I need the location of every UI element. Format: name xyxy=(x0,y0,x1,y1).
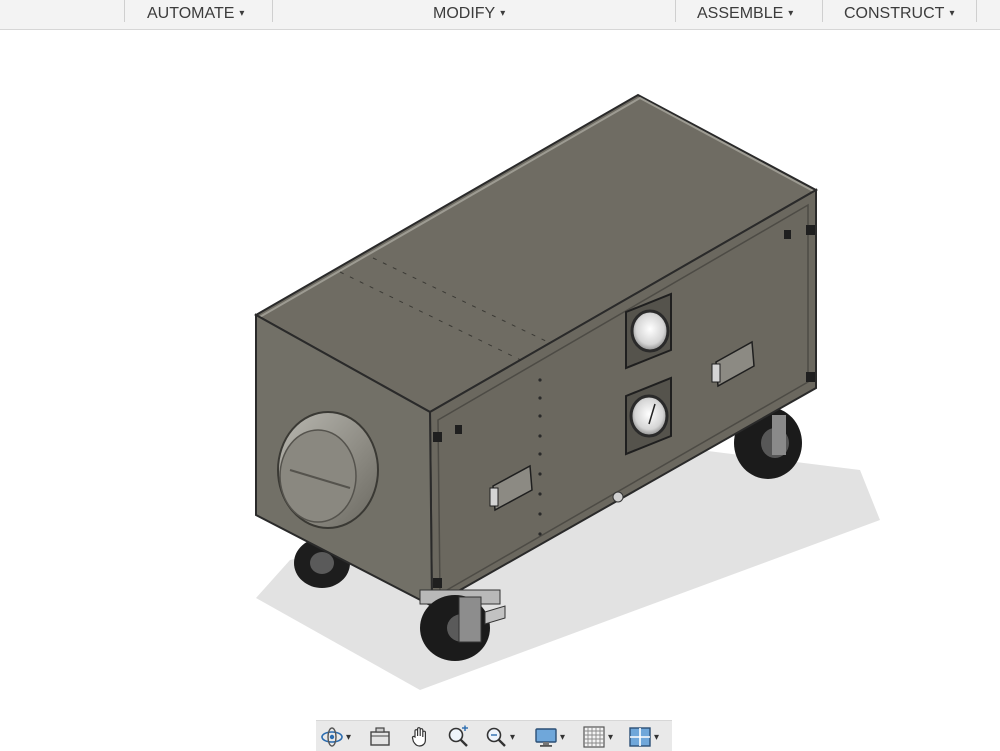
toolbar-separator xyxy=(976,0,977,22)
menu-assemble[interactable]: ASSEMBLE ▾ xyxy=(697,0,793,29)
grid-snaps-icon xyxy=(583,726,605,748)
toolbar-separator xyxy=(272,0,273,22)
look-at-button[interactable] xyxy=(368,724,392,750)
zoom-button[interactable] xyxy=(446,724,470,750)
pan-hand-icon xyxy=(411,727,426,747)
dropdown-arrow-icon: ▾ xyxy=(788,8,794,19)
menu-construct[interactable]: CONSTRUCT ▾ xyxy=(844,0,954,29)
orbit-button[interactable]: ▾ xyxy=(320,724,351,750)
dropdown-arrow-icon[interactable]: ▾ xyxy=(608,732,613,743)
menu-modify[interactable]: MODIFY ▾ xyxy=(433,0,505,29)
dropdown-arrow-icon[interactable]: ▾ xyxy=(560,732,565,743)
dropdown-arrow-icon: ▾ xyxy=(500,8,506,19)
display-settings-icon xyxy=(535,728,557,747)
viewports-icon xyxy=(629,727,651,747)
dropdown-arrow-icon[interactable]: ▾ xyxy=(346,732,351,743)
pan-button[interactable] xyxy=(408,724,432,750)
menu-label: MODIFY xyxy=(433,5,496,22)
dropdown-arrow-icon[interactable]: ▾ xyxy=(510,732,515,743)
navigation-bar: ▾ ▾ ▾ ▾ ▾ xyxy=(316,720,672,751)
menu-label: ASSEMBLE xyxy=(697,5,784,22)
model-render xyxy=(253,93,880,690)
dropdown-arrow-icon: ▾ xyxy=(239,8,245,19)
display-settings-button[interactable]: ▾ xyxy=(534,724,565,750)
canvas-viewport[interactable] xyxy=(0,30,1000,718)
orbit-icon xyxy=(321,727,343,747)
air-duct-opening xyxy=(277,411,379,529)
look-at-icon xyxy=(370,727,390,746)
fit-zoom-icon xyxy=(486,727,506,747)
toolbar-separator xyxy=(822,0,823,22)
menu-label: AUTOMATE xyxy=(147,5,235,22)
viewports-button[interactable]: ▾ xyxy=(628,724,659,750)
toolbar-separator xyxy=(124,0,125,22)
toolbar-separator xyxy=(675,0,676,22)
dropdown-arrow-icon[interactable]: ▾ xyxy=(654,732,659,743)
top-toolbar: AUTOMATE ▾ MODIFY ▾ ASSEMBLE ▾ CONSTRUCT ▾ xyxy=(0,0,1000,30)
drain-knob xyxy=(612,491,624,503)
grid-snaps-button[interactable]: ▾ xyxy=(582,724,613,750)
menu-automate[interactable]: AUTOMATE ▾ xyxy=(147,0,244,29)
zoom-icon xyxy=(448,725,468,747)
menu-label: CONSTRUCT xyxy=(844,5,945,22)
dropdown-arrow-icon: ▾ xyxy=(949,8,955,19)
fit-zoom-button[interactable]: ▾ xyxy=(484,724,515,750)
